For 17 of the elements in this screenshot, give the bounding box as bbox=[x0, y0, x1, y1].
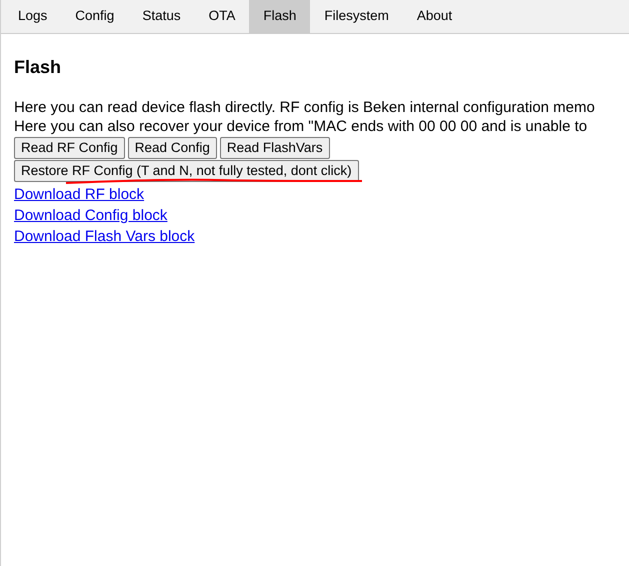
action-button[interactable]: Restore RF Config (T and N, not fully tested, dont click) bbox=[14, 160, 359, 182]
page-heading: Flash bbox=[14, 56, 62, 79]
download-link[interactable]: Download Flash Vars block bbox=[14, 226, 195, 247]
action-button[interactable]: Read RF Config bbox=[14, 137, 125, 159]
tab[interactable]: Status bbox=[128, 0, 195, 33]
tab[interactable]: Logs bbox=[4, 0, 62, 33]
tab[interactable]: About bbox=[402, 0, 466, 33]
download-link[interactable]: Download Config block bbox=[14, 205, 168, 226]
tab[interactable]: OTA bbox=[194, 0, 250, 33]
tab[interactable]: Filesystem bbox=[310, 0, 403, 33]
tab[interactable]: Config bbox=[61, 0, 128, 33]
description-text: Here you can also recover your device from "MAC ends with 00 00 00 and is unable to bbox=[14, 117, 588, 136]
description-text: Here you can read device flash directly. RF config is Beken internal configuration memo bbox=[14, 98, 596, 117]
action-button[interactable]: Read Config bbox=[128, 137, 217, 159]
tab[interactable]: Flash bbox=[249, 0, 310, 33]
action-button[interactable]: Read FlashVars bbox=[220, 137, 330, 159]
download-link[interactable]: Download RF block bbox=[14, 184, 144, 205]
